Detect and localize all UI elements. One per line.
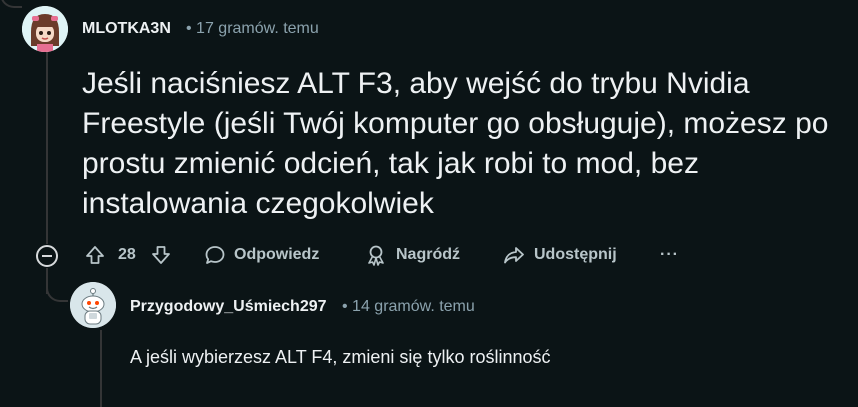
reply-body: A jeśli wybierzesz ALT F4, zmieni się ty… (130, 347, 551, 367)
speech-bubble-icon (205, 246, 225, 264)
share-button[interactable]: Udostępnij (502, 244, 617, 266)
avatar-illustration-icon (22, 6, 68, 52)
collapse-thread-button[interactable] (36, 245, 58, 267)
downvote-button[interactable] (150, 244, 172, 266)
snoo-avatar-icon (70, 282, 116, 328)
meta-separator: • (342, 298, 353, 315)
thread-curve (46, 278, 68, 302)
vote-score: 28 (118, 246, 136, 263)
reply-button[interactable]: Odpowiedz (204, 244, 319, 266)
minus-icon (42, 255, 52, 257)
award-button[interactable]: Nagródź (364, 244, 460, 266)
award-label: Nagródź (396, 246, 460, 263)
more-options-button[interactable]: ··· (660, 246, 679, 264)
comment-username[interactable]: MLOTKA3N (82, 20, 171, 38)
reply-time: 14 gramów. temu (352, 298, 475, 315)
meta-separator: • (186, 20, 197, 37)
award-icon (368, 245, 384, 266)
reply-label: Odpowiedz (234, 246, 320, 263)
comment-body: Jeśli naciśniesz ALT F3, aby wejść do tr… (82, 67, 829, 220)
share-arrow-icon (504, 247, 524, 264)
reply-timestamp: • 14 gramów. temu (342, 298, 475, 316)
thread-line-reply (100, 330, 102, 407)
upvote-button[interactable] (84, 244, 106, 266)
top-thread-curve (0, 0, 22, 8)
comment-time: 17 gramów. temu (196, 20, 319, 37)
reply-avatar[interactable] (70, 282, 116, 328)
downvote-arrow-icon (152, 246, 170, 264)
comment-timestamp: • 17 gramów. temu (186, 20, 319, 38)
thread-line-main (46, 48, 48, 244)
share-label: Udostępnij (534, 246, 617, 263)
reply-username[interactable]: Przygodowy_Uśmiech297 (130, 298, 327, 316)
avatar[interactable] (22, 6, 68, 52)
upvote-arrow-icon (86, 246, 104, 264)
